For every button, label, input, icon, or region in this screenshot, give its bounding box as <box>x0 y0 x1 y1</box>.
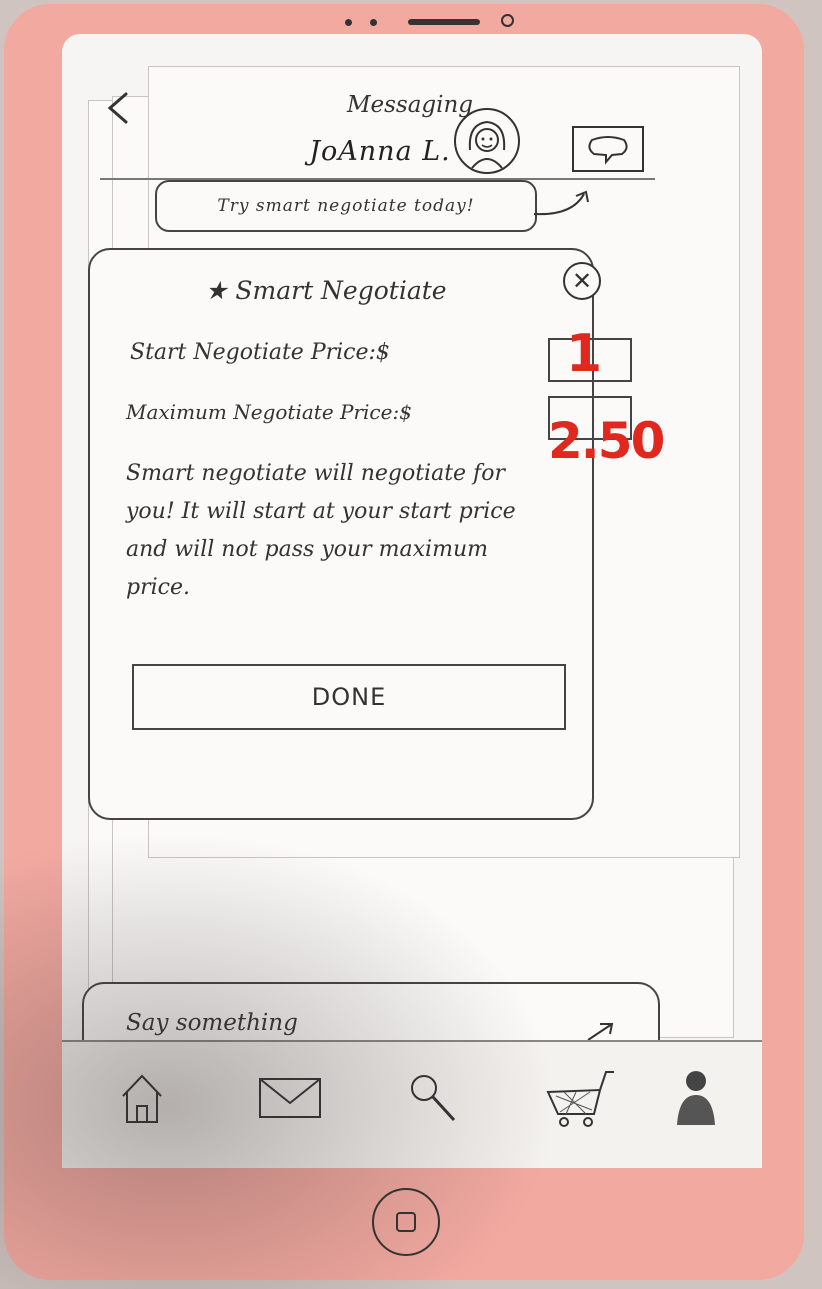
start-price-label: Start Negotiate Price:$ <box>130 340 390 365</box>
max-price-label: Maximum Negotiate Price:$ <box>126 400 412 424</box>
mail-icon <box>259 1078 321 1118</box>
home-hardware-button[interactable] <box>372 1188 440 1256</box>
chat-button[interactable] <box>572 126 644 172</box>
back-button[interactable] <box>102 88 132 136</box>
speech-bubble-icon <box>588 136 628 165</box>
arrow-icon <box>533 190 589 216</box>
message-placeholder: Say something <box>126 1010 298 1036</box>
cart-icon <box>546 1071 614 1127</box>
avatar-icon <box>468 120 506 169</box>
star-icon: ★ <box>205 276 228 305</box>
tab-messages[interactable] <box>250 1058 330 1138</box>
tab-profile[interactable] <box>656 1058 736 1138</box>
done-label: DONE <box>311 683 387 711</box>
close-icon: ✕ <box>571 267 593 295</box>
max-price-value: 2.50 <box>548 412 665 470</box>
modal-title-text: Smart Negotiate <box>235 276 447 305</box>
start-price-value: 1 <box>566 324 603 384</box>
promo-text: Try smart negotiate today! <box>217 196 475 216</box>
speaker-grille <box>408 19 480 25</box>
sensor-dot <box>345 19 352 26</box>
chevron-left-icon <box>107 92 128 124</box>
done-button[interactable]: DONE <box>132 664 566 730</box>
home-icon <box>122 1074 162 1123</box>
avatar[interactable] <box>454 108 520 174</box>
tab-cart[interactable] <box>540 1058 620 1138</box>
front-camera <box>501 14 514 27</box>
description: Smart negotiate will negotiate for you! … <box>126 461 516 600</box>
tab-home[interactable] <box>102 1058 182 1138</box>
home-button-square <box>396 1212 416 1232</box>
close-button[interactable]: ✕ <box>563 262 601 300</box>
sensor-dot <box>370 19 377 26</box>
search-icon <box>411 1075 456 1122</box>
tab-search[interactable] <box>392 1058 472 1138</box>
promo-banner[interactable]: Try smart negotiate today! <box>155 180 537 232</box>
modal-title: ★ Smart Negotiate <box>205 276 505 305</box>
profile-icon <box>677 1071 715 1125</box>
